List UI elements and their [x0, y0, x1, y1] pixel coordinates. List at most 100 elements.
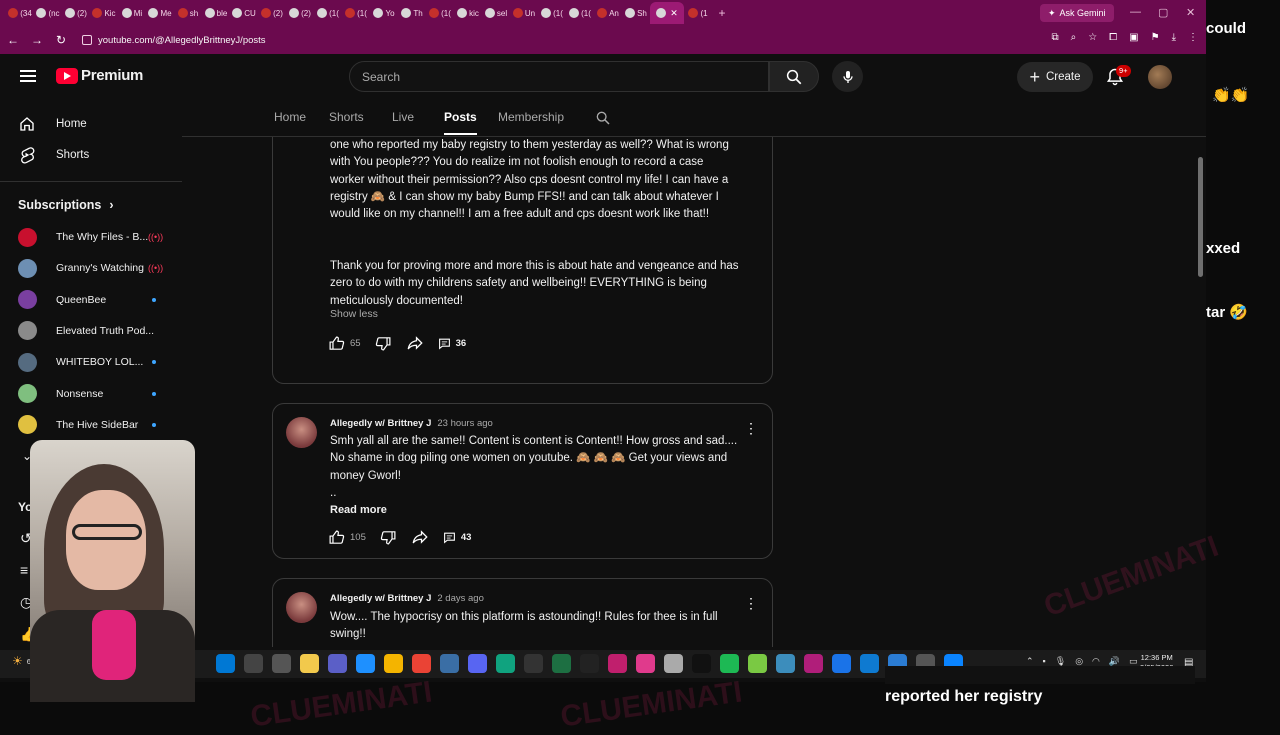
restore-icon[interactable]: ▢ [1158, 6, 1168, 19]
menu-icon[interactable]: ⋮ [1188, 32, 1198, 43]
sidebar-item-shorts[interactable]: Shorts [18, 145, 89, 165]
browser-tab[interactable]: ✕ [650, 2, 684, 24]
comments-button[interactable]: 36 [438, 337, 466, 350]
browser-tab[interactable]: (1( [314, 2, 342, 24]
calculator-icon[interactable] [440, 654, 459, 673]
post-menu-icon[interactable]: ⋮ [744, 421, 758, 435]
file-explorer-icon[interactable] [384, 654, 403, 673]
tab-home[interactable]: Home [274, 110, 306, 124]
browser-tab[interactable]: An [594, 2, 622, 24]
back-icon[interactable]: ← [2, 33, 24, 47]
playlists-icon[interactable]: ≡ [20, 562, 28, 578]
site-info-icon[interactable] [82, 35, 92, 45]
browser-tab[interactable]: sh [174, 2, 202, 24]
browser-tab[interactable]: (1( [342, 2, 370, 24]
search-input[interactable]: Search [349, 61, 769, 92]
spotify-icon[interactable] [720, 654, 739, 673]
close-window-icon[interactable]: ✕ [1186, 6, 1195, 19]
browser-tab[interactable]: ble [202, 2, 230, 24]
share-button[interactable] [406, 334, 424, 352]
author-name[interactable]: Allegedly w/ Brittney J [330, 593, 431, 604]
install-icon[interactable]: ⧉ [1051, 32, 1058, 43]
dislike-button[interactable] [380, 529, 397, 546]
share-button[interactable] [411, 528, 429, 546]
chrome-icon[interactable] [832, 654, 851, 673]
browser-tab[interactable]: CU [230, 2, 258, 24]
copilot-icon[interactable] [300, 654, 319, 673]
sidebar-icon[interactable]: ▣ [1129, 32, 1138, 43]
tab-membership[interactable]: Membership [498, 110, 564, 124]
create-button[interactable]: + Create [1017, 62, 1093, 92]
browser-tab[interactable]: Un [510, 2, 538, 24]
sidebar-item-home[interactable]: Home [18, 114, 87, 134]
extensions-icon[interactable]: ⧠ [1109, 32, 1117, 43]
browser-tab[interactable]: Kic [90, 2, 118, 24]
search-button[interactable] [769, 61, 819, 92]
task-view-icon[interactable] [272, 654, 291, 673]
browser-tab[interactable]: Me [146, 2, 174, 24]
author-avatar[interactable] [286, 592, 317, 623]
voice-search-button[interactable] [832, 61, 863, 92]
subscription-item[interactable]: The Why Files - B... ((•)) [18, 227, 178, 247]
app-icon[interactable] [804, 654, 823, 673]
post-time[interactable]: 2 days ago [437, 593, 483, 604]
taskbar-search-icon[interactable] [244, 654, 263, 673]
tab-shorts[interactable]: Shorts [329, 110, 364, 124]
comments-button[interactable]: 43 [443, 531, 471, 544]
tab-posts[interactable]: Posts [444, 110, 477, 135]
post-menu-icon[interactable]: ⋮ [744, 596, 758, 610]
subscription-item[interactable]: Elevated Truth Pod... [18, 321, 178, 341]
subscriptions-header[interactable]: Subscriptions › [18, 198, 114, 212]
windows-start-icon[interactable] [216, 654, 235, 673]
discord-icon[interactable] [468, 654, 487, 673]
browser-tab[interactable]: Mi [118, 2, 146, 24]
show-less-button[interactable]: Show less [330, 308, 378, 320]
browser-tab[interactable]: (1( [566, 2, 594, 24]
profile-icon[interactable]: ⚑ [1151, 32, 1160, 43]
new-tab-icon[interactable]: + [712, 6, 732, 20]
chrome-icon[interactable] [412, 654, 431, 673]
snip-icon[interactable] [860, 654, 879, 673]
dislike-button[interactable] [375, 335, 392, 352]
browser-tab[interactable]: sel [482, 2, 510, 24]
browser-tab[interactable]: (2) [286, 2, 314, 24]
subscription-item[interactable]: QueenBee [18, 290, 178, 310]
subscription-item[interactable]: The Hive SideBar [18, 415, 178, 435]
settings-icon[interactable] [664, 654, 683, 673]
excel-icon[interactable] [552, 654, 571, 673]
browser-tab[interactable]: (1( [426, 2, 454, 24]
subscription-item[interactable]: Nonsense [18, 384, 178, 404]
author-avatar[interactable] [286, 417, 317, 448]
zoom-icon[interactable]: ⌕ [1071, 32, 1077, 43]
ask-gemini-button[interactable]: ✦ Ask Gemini [1040, 4, 1114, 22]
browser-tab[interactable]: Yo [370, 2, 398, 24]
browser-tab[interactable]: kic [454, 2, 482, 24]
youtube-premium-logo[interactable]: Premium [56, 67, 143, 84]
minimize-icon[interactable]: — [1130, 6, 1141, 18]
app-icon[interactable] [636, 654, 655, 673]
scrollbar-thumb[interactable] [1198, 157, 1203, 277]
tab-live[interactable]: Live [392, 110, 414, 124]
browser-tab[interactable]: Th [398, 2, 426, 24]
subscription-item[interactable]: Granny's Watching ((•)) [18, 258, 178, 278]
app-icon[interactable] [692, 654, 711, 673]
teams-icon[interactable] [328, 654, 347, 673]
sc-icon[interactable] [524, 654, 543, 673]
author-name[interactable]: Allegedly w/ Brittney J [330, 418, 431, 429]
chat-icon[interactable] [748, 654, 767, 673]
channel-search-icon[interactable] [595, 110, 611, 126]
browser-tab[interactable]: (2) [258, 2, 286, 24]
browser-tab[interactable]: (1( [538, 2, 566, 24]
bookmark-star-icon[interactable]: ☆ [1088, 32, 1097, 43]
browser-tab[interactable]: (34 [6, 2, 34, 24]
terminal-icon[interactable] [580, 654, 599, 673]
app-icon[interactable] [608, 654, 627, 673]
close-tab-icon[interactable]: ✕ [670, 8, 678, 19]
store-icon[interactable] [356, 654, 375, 673]
post-time[interactable]: 23 hours ago [437, 418, 492, 429]
read-more-button[interactable]: Read more [330, 504, 387, 516]
like-button[interactable]: 105 [328, 529, 366, 546]
url-field[interactable]: youtube.com/@AllegedlyBrittneyJ/posts [82, 31, 266, 49]
browser-tab[interactable]: (2) [62, 2, 90, 24]
chatgpt-icon[interactable] [496, 654, 515, 673]
